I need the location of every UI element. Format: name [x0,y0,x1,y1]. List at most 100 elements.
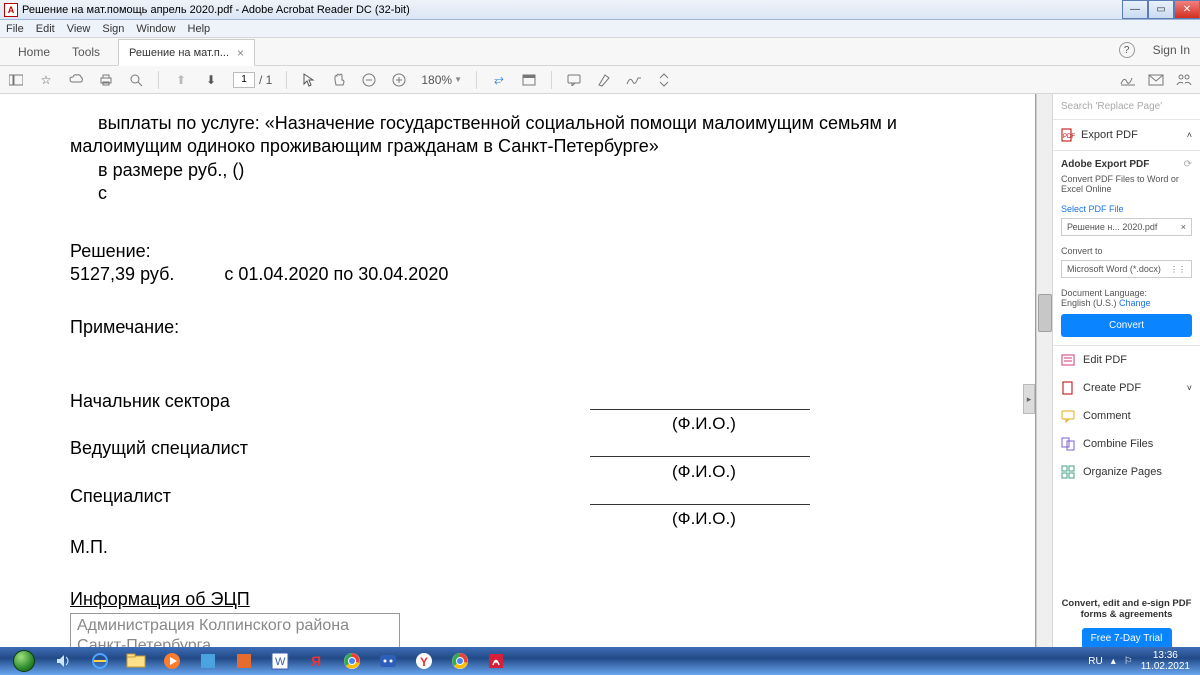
fio-3: (Ф.И.О.) [672,508,965,530]
document-viewport[interactable]: ▸ выплаты по услуге: «Назначение государ… [0,94,1052,657]
scroll-thumb[interactable] [1038,294,1052,332]
maximize-button[interactable]: ▭ [1148,0,1174,19]
menu-sign[interactable]: Sign [102,23,124,35]
tools-search[interactable]: Search 'Replace Page' [1053,94,1200,120]
tool-organize[interactable]: Organize Pages [1053,458,1200,486]
star-icon[interactable]: ☆ [38,72,54,88]
zoom-in-icon[interactable] [391,72,407,88]
taskbar-acrobat-icon[interactable] [480,649,512,673]
free-trial-button[interactable]: Free 7-Day Trial [1082,628,1172,649]
svg-text:Y: Y [420,655,428,669]
change-lang-link[interactable]: Change [1119,298,1151,308]
fit-width-icon[interactable]: ⥂ [491,72,507,88]
tool-comment[interactable]: Comment [1053,402,1200,430]
page-up-icon[interactable]: ⬆ [173,72,189,88]
app-icon: A [4,3,18,17]
tools-panel: Search 'Replace Page' PDF Export PDF ˄ A… [1052,94,1200,657]
taskbar-chrome-icon[interactable] [336,649,368,673]
zoom-dropdown[interactable]: 180% ▼ [421,73,462,87]
doc-amount: 5127,39 руб. с 01.04.2020 по 30.04.2020 [70,263,965,286]
fio-2: (Ф.И.О.) [672,461,965,483]
clear-file-icon[interactable]: × [1181,222,1186,232]
menu-file[interactable]: File [6,23,24,35]
doc-line-3: в размере руб., () [70,159,965,182]
print-icon[interactable] [98,72,114,88]
cloud-icon[interactable] [68,72,84,88]
menu-edit[interactable]: Edit [36,23,55,35]
taskbar-y-icon[interactable]: Y [408,649,440,673]
tool-label: Edit PDF [1083,354,1127,366]
tool-combine[interactable]: Combine Files [1053,430,1200,458]
highlight-icon[interactable] [596,72,612,88]
tool-label: Combine Files [1083,438,1153,450]
tool-edit-pdf[interactable]: Edit PDF [1053,346,1200,374]
email-icon[interactable] [1148,72,1164,88]
combine-icon [1061,437,1075,451]
refresh-icon[interactable]: ⟳ [1184,159,1192,170]
search-icon[interactable] [128,72,144,88]
page-down-icon[interactable]: ⬇ [203,72,219,88]
menu-window[interactable]: Window [136,23,175,35]
people-icon[interactable] [1176,72,1192,88]
close-tab-icon[interactable]: × [237,46,244,60]
comment-icon[interactable] [566,72,582,88]
tool-create-pdf[interactable]: Create PDF˅ [1053,374,1200,402]
taskbar-chrome-icon-2[interactable] [444,649,476,673]
sig-row-2: Ведущий специалист [70,437,965,460]
tray-up-icon[interactable]: ▴ [1111,656,1116,667]
menu-view[interactable]: View [67,23,91,35]
document-tab[interactable]: Решение на мат.п... × [118,39,255,66]
lang-value: English (U.S.) [1061,298,1117,308]
ecp-heading: Информация об ЭЦП [70,588,965,611]
share-sign-icon[interactable] [1120,72,1136,88]
right-panel-toggle[interactable]: ▸ [1023,384,1035,414]
more-icon[interactable] [656,72,672,88]
tab-home[interactable]: Home [18,45,50,59]
taskbar-app-icon[interactable] [228,649,260,673]
help-icon[interactable]: ? [1119,42,1135,58]
sign-in-link[interactable]: Sign In [1153,43,1190,57]
tool-label: Create PDF [1083,382,1141,394]
format-select[interactable]: Microsoft Word (*.docx) ⋮⋮ [1061,260,1192,278]
tool-label: Comment [1083,410,1131,422]
convert-button[interactable]: Convert [1061,314,1192,337]
fit-page-icon[interactable] [521,72,537,88]
close-button[interactable]: ✕ [1174,0,1200,19]
tray-clock[interactable]: 13:36 11.02.2021 [1141,650,1190,672]
minimize-button[interactable]: — [1122,0,1148,19]
tab-tools[interactable]: Tools [72,45,100,59]
menu-help[interactable]: Help [188,23,211,35]
taskbar-ie-icon[interactable] [84,649,116,673]
sig-line-3 [590,485,810,505]
selected-file-box[interactable]: Решение н... 2020.pdf × [1061,218,1192,236]
sidebar-toggle-icon[interactable] [8,72,24,88]
hand-tool-icon[interactable] [331,72,347,88]
tray-flag-icon[interactable]: ⚐ [1124,656,1133,667]
taskbar-media-icon[interactable] [156,649,188,673]
role-2: Ведущий специалист [70,437,590,460]
taskbar-speaker-icon[interactable] [48,649,80,673]
page-input[interactable] [233,72,255,88]
export-pdf-section[interactable]: PDF Export PDF ˄ [1053,120,1200,151]
format-value: Microsoft Word (*.docx) [1067,264,1161,274]
sig-line-1 [590,390,810,410]
pdf-page: выплаты по услуге: «Назначение государст… [0,94,1035,657]
taskbar-word-icon[interactable]: W [264,649,296,673]
role-1: Начальник сектора [70,390,590,413]
sign-icon[interactable] [626,72,642,88]
document-tab-label: Решение на мат.п... [129,47,229,59]
tray-lang[interactable]: RU [1088,656,1102,667]
start-button[interactable] [4,649,44,673]
page-total: / 1 [259,73,272,87]
taskbar-explorer-icon[interactable] [120,649,152,673]
zoom-out-icon[interactable] [361,72,377,88]
taskbar-yandex-icon[interactable]: Я [300,649,332,673]
taskbar-xbox-icon[interactable] [372,649,404,673]
select-tool-icon[interactable] [301,72,317,88]
sig-row-1: Начальник сектора [70,390,965,413]
main-area: ▸ выплаты по услуге: «Назначение государ… [0,94,1200,657]
select-file-link[interactable]: Select PDF File [1061,204,1192,214]
doclang-label: Document Language: [1061,288,1192,298]
taskbar-app-icon[interactable] [192,649,224,673]
vertical-scrollbar[interactable] [1036,94,1052,657]
